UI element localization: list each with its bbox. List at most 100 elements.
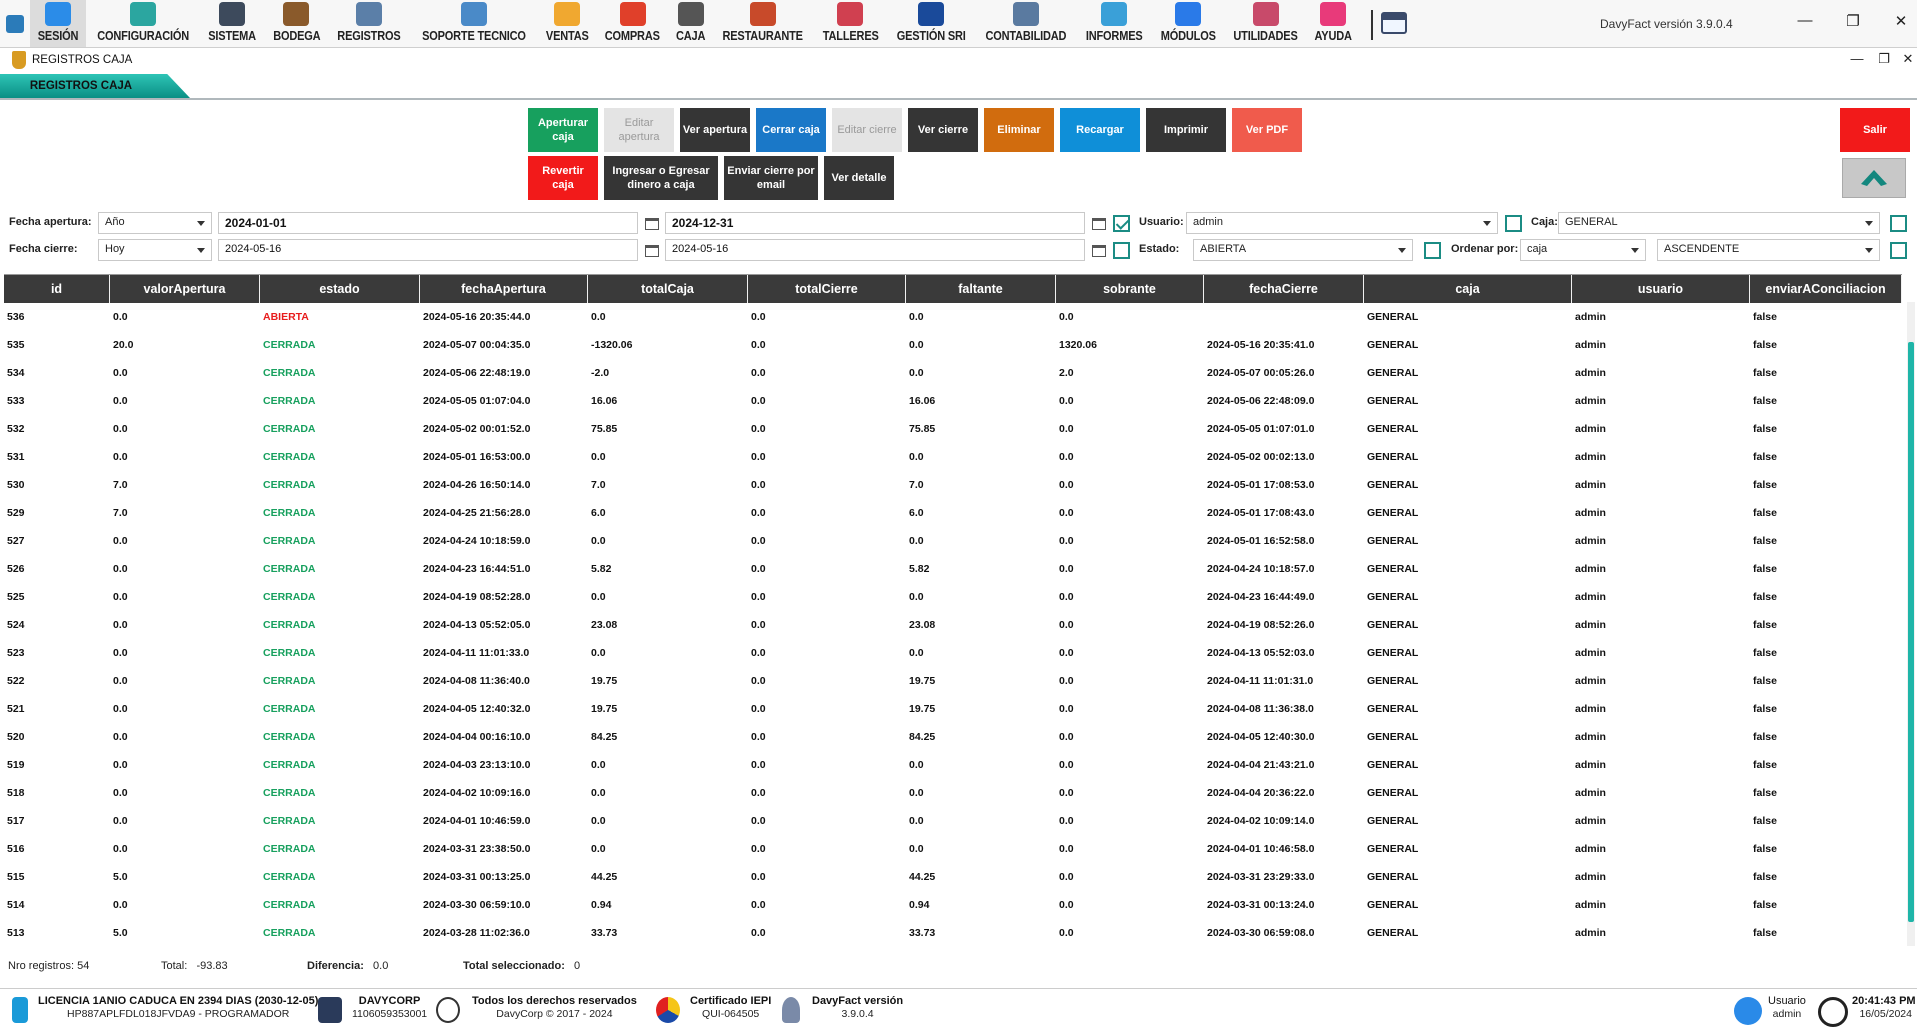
ordenar-por-select[interactable]: caja: [1520, 239, 1646, 261]
imprimir-button[interactable]: Imprimir: [1146, 108, 1226, 152]
menu-item-utilidades[interactable]: UTILIDADES: [1224, 0, 1307, 47]
calendar-icon[interactable]: [1092, 245, 1106, 257]
ver-pdf-button[interactable]: Ver PDF: [1232, 108, 1302, 152]
menu-item-contabilidad[interactable]: CONTABILIDAD: [975, 0, 1077, 47]
column-header-faltante[interactable]: faltante: [906, 275, 1056, 303]
table-row[interactable]: 521 0.0 CERRADA 2024-04-05 12:40:32.0 19.75 0…: [4, 695, 1902, 723]
column-header-totalcierre[interactable]: totalCierre: [748, 275, 906, 303]
cerrar-caja-button[interactable]: Cerrar caja: [756, 108, 826, 152]
table-row[interactable]: 522 0.0 CERRADA 2024-04-08 11:36:40.0 19.75 0…: [4, 667, 1902, 695]
table-row[interactable]: 517 0.0 CERRADA 2024-04-01 10:46:59.0 0.0 0.0…: [4, 807, 1902, 835]
ver-detalle-button[interactable]: Ver detalle: [824, 156, 894, 200]
menu-item-talleres[interactable]: TALLERES: [814, 0, 887, 47]
table-row[interactable]: 516 0.0 CERRADA 2024-03-31 23:38:50.0 0.0 0.0…: [4, 835, 1902, 863]
revertir-caja-button[interactable]: Revertir caja: [528, 156, 598, 200]
table-row[interactable]: 524 0.0 CERRADA 2024-04-13 05:52:05.0 23.08 0…: [4, 611, 1902, 639]
table-row[interactable]: 513 5.0 CERRADA 2024-03-28 11:02:36.0 33.73 0…: [4, 919, 1902, 946]
ver-cierre-button[interactable]: Ver cierre: [908, 108, 978, 152]
aperturar-caja-button[interactable]: Aperturar caja: [528, 108, 598, 152]
fecha-apertura-checkbox[interactable]: [1113, 215, 1130, 232]
column-header-id[interactable]: id: [4, 275, 110, 303]
editar-apertura-button[interactable]: Editar apertura: [604, 108, 674, 152]
eliminar-button[interactable]: Eliminar: [984, 108, 1054, 152]
tab-registros-caja[interactable]: REGISTROS CAJA: [0, 74, 190, 98]
table-row[interactable]: 514 0.0 CERRADA 2024-03-30 06:59:10.0 0.94 0.…: [4, 891, 1902, 919]
menu-item-soporte-tecnico[interactable]: SOPORTE TECNICO: [410, 0, 538, 47]
ingresar-egresar-button[interactable]: Ingresar o Egresar dinero a caja: [604, 156, 718, 200]
subwindow-minimize-icon[interactable]: —: [1847, 51, 1867, 66]
menu-item-informes[interactable]: INFORMES: [1077, 0, 1151, 47]
table-row[interactable]: 532 0.0 CERRADA 2024-05-02 00:01:52.0 75.85 0…: [4, 415, 1902, 443]
fecha-apertura-mode-select[interactable]: Año: [98, 212, 212, 234]
table-row[interactable]: 520 0.0 CERRADA 2024-04-04 00:16:10.0 84.25 0…: [4, 723, 1902, 751]
fecha-cierre-mode-select[interactable]: Hoy: [98, 239, 212, 261]
menu-item-compras[interactable]: COMPRAS: [596, 0, 669, 47]
menu-item-gestión-sri[interactable]: GESTIÓN SRI: [887, 0, 975, 47]
menu-item-ayuda[interactable]: AYUDA: [1307, 0, 1359, 47]
column-header-enviaraconciliacion[interactable]: enviarAConciliacion: [1750, 275, 1902, 303]
editar-cierre-button[interactable]: Editar cierre: [832, 108, 902, 152]
menu-item-ventas[interactable]: VENTAS: [538, 0, 597, 47]
calendar-icon[interactable]: [645, 245, 659, 257]
ordenar-checkbox[interactable]: [1890, 242, 1907, 259]
subwindow-close-icon[interactable]: ✕: [1898, 51, 1917, 67]
menu-item-restaurante[interactable]: RESTAURANTE: [712, 0, 813, 47]
table-row[interactable]: 529 7.0 CERRADA 2024-04-25 21:56:28.0 6.0 0.0…: [4, 499, 1902, 527]
enviar-cierre-email-button[interactable]: Enviar cierre por email: [724, 156, 818, 200]
fecha-cierre-desde-input[interactable]: 2024-05-16: [218, 239, 638, 261]
fecha-apertura-desde-input[interactable]: 2024-01-01: [218, 212, 638, 234]
recargar-button[interactable]: Recargar: [1060, 108, 1140, 152]
menu-item-configuración[interactable]: CONFIGURACIÓN: [86, 0, 200, 47]
column-header-fechacierre[interactable]: fechaCierre: [1204, 275, 1364, 303]
estado-checkbox[interactable]: [1424, 242, 1441, 259]
table-scrollbar[interactable]: [1907, 302, 1915, 946]
column-header-totalcaja[interactable]: totalCaja: [588, 275, 748, 303]
minimize-icon[interactable]: —: [1790, 12, 1820, 29]
menu-item-módulos[interactable]: MÓDULOS: [1152, 0, 1225, 47]
menu-item-sesión[interactable]: SESIÓN: [30, 0, 87, 47]
table-row[interactable]: 535 20.0 CERRADA 2024-05-07 00:04:35.0 -1320…: [4, 331, 1902, 359]
salir-button[interactable]: Salir: [1840, 108, 1910, 152]
table-row[interactable]: 531 0.0 CERRADA 2024-05-01 16:53:00.0 0.0 0.0…: [4, 443, 1902, 471]
column-header-sobrante[interactable]: sobrante: [1056, 275, 1204, 303]
menu-item-sistema[interactable]: SISTEMA: [200, 0, 264, 47]
table-row[interactable]: 536 0.0 ABIERTA 2024-05-16 20:35:44.0 0.0 0.0…: [4, 303, 1902, 331]
app-logo-icon[interactable]: [0, 0, 30, 48]
table-row[interactable]: 515 5.0 CERRADA 2024-03-31 00:13:25.0 44.25 0…: [4, 863, 1902, 891]
subwindow-maximize-icon[interactable]: ❐: [1874, 51, 1894, 67]
maximize-icon[interactable]: ❐: [1838, 12, 1868, 30]
column-header-usuario[interactable]: usuario: [1572, 275, 1750, 303]
scroll-top-button[interactable]: [1842, 158, 1906, 198]
fecha-cierre-checkbox[interactable]: [1113, 242, 1130, 259]
fecha-apertura-hasta-input[interactable]: 2024-12-31: [665, 212, 1085, 234]
table-row[interactable]: 519 0.0 CERRADA 2024-04-03 23:13:10.0 0.0 0.0…: [4, 751, 1902, 779]
usuario-checkbox[interactable]: [1505, 215, 1522, 232]
table-row[interactable]: 530 7.0 CERRADA 2024-04-26 16:50:14.0 7.0 0.0…: [4, 471, 1902, 499]
card-payment-icon[interactable]: [1381, 12, 1408, 34]
table-row[interactable]: 534 0.0 CERRADA 2024-05-06 22:48:19.0 -2.0 0.…: [4, 359, 1902, 387]
estado-select[interactable]: ABIERTA: [1193, 239, 1413, 261]
table-row[interactable]: 527 0.0 CERRADA 2024-04-24 10:18:59.0 0.0 0.0…: [4, 527, 1902, 555]
close-icon[interactable]: ✕: [1886, 12, 1916, 30]
user-avatar-icon[interactable]: [1734, 997, 1762, 1025]
column-header-valorapertura[interactable]: valorApertura: [110, 275, 260, 303]
caja-checkbox[interactable]: [1890, 215, 1907, 232]
calendar-icon[interactable]: [645, 218, 659, 230]
calendar-icon[interactable]: [1092, 218, 1106, 230]
column-header-fechaapertura[interactable]: fechaApertura: [420, 275, 588, 303]
table-row[interactable]: 525 0.0 CERRADA 2024-04-19 08:52:28.0 0.0 0.0…: [4, 583, 1902, 611]
usuario-select[interactable]: admin: [1186, 212, 1498, 234]
orden-direccion-select[interactable]: ASCENDENTE: [1657, 239, 1880, 261]
table-row[interactable]: 523 0.0 CERRADA 2024-04-11 11:01:33.0 0.0 0.0…: [4, 639, 1902, 667]
caja-select[interactable]: GENERAL: [1558, 212, 1880, 234]
menu-item-bodega[interactable]: BODEGA: [265, 0, 329, 47]
ver-apertura-button[interactable]: Ver apertura: [680, 108, 750, 152]
table-row[interactable]: 526 0.0 CERRADA 2024-04-23 16:44:51.0 5.82 0.…: [4, 555, 1902, 583]
column-header-caja[interactable]: caja: [1364, 275, 1572, 303]
scrollbar-thumb[interactable]: [1908, 342, 1914, 922]
menu-item-caja[interactable]: CAJA: [669, 0, 712, 47]
column-header-estado[interactable]: estado: [260, 275, 420, 303]
table-row[interactable]: 518 0.0 CERRADA 2024-04-02 10:09:16.0 0.0 0.0…: [4, 779, 1902, 807]
fecha-cierre-hasta-input[interactable]: 2024-05-16: [665, 239, 1085, 261]
table-row[interactable]: 533 0.0 CERRADA 2024-05-05 01:07:04.0 16.06 0…: [4, 387, 1902, 415]
